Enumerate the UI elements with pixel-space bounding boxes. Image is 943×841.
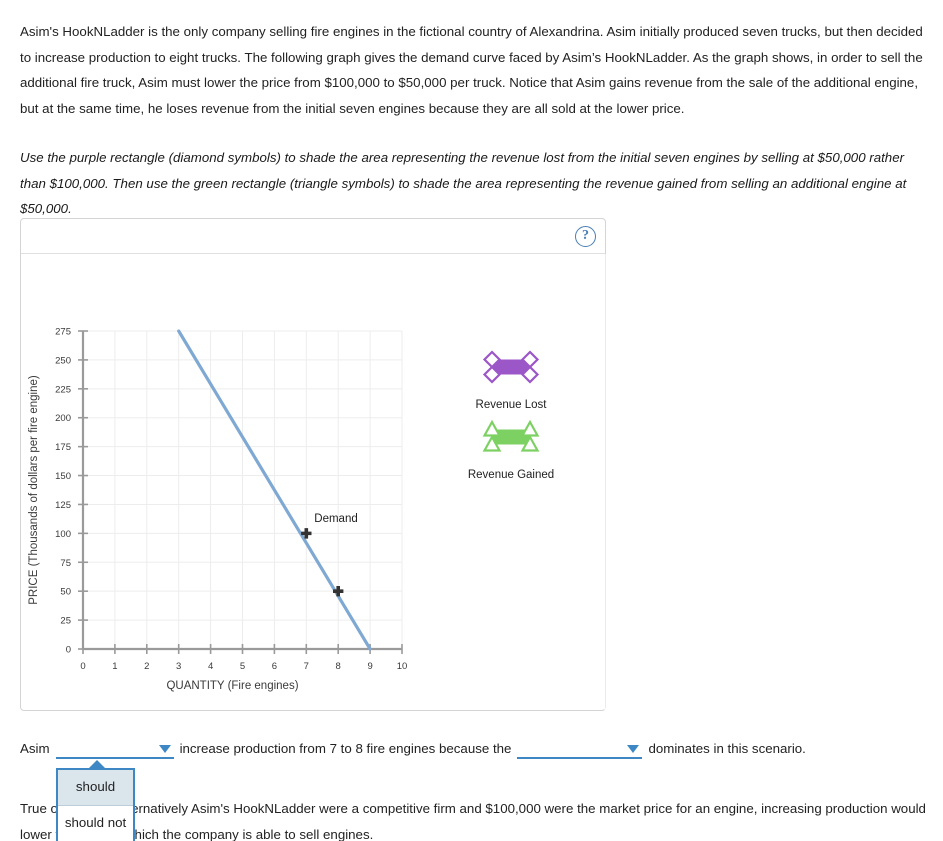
- y-tick-label: 75: [60, 558, 71, 569]
- x-tick-label: 10: [397, 661, 408, 672]
- y-tick-label: 175: [55, 442, 71, 453]
- intro-paragraph: Asim's HookNLadder is the only company s…: [20, 24, 923, 116]
- y-tick-label: 0: [66, 645, 71, 656]
- x-tick-label: 8: [336, 661, 341, 672]
- y-axis-title: PRICE (Thousands of dollars per fire eng…: [28, 375, 40, 605]
- chart-annotation-layer: Demand: [314, 513, 357, 525]
- x-tick-label: 7: [304, 661, 309, 672]
- question-row-2: True or False: If alternatively Asim's H…: [20, 801, 926, 841]
- y-tick-label: 50: [60, 587, 71, 598]
- triangle-handle-icon[interactable]: [482, 419, 502, 437]
- question1-middle: increase production from 7 to 8 fire eng…: [179, 741, 512, 756]
- x-tick-label: 3: [176, 661, 181, 672]
- x-tick-label: 1: [112, 661, 117, 672]
- graph-panel: ? 0 25 50 75 100 125 150 175 200 225 250 275 0 1 2 3 4 5 6…: [20, 218, 606, 711]
- y-tick-label: 250: [55, 355, 71, 366]
- y-tick-label: 25: [60, 616, 71, 627]
- dropdown-option-should-not[interactable]: should not: [58, 806, 133, 841]
- help-question-icon[interactable]: ?: [575, 226, 596, 247]
- triangle-handle-icon[interactable]: [520, 419, 540, 437]
- chevron-down-icon: [158, 744, 171, 753]
- demand-chart: 0 25 50 75 100 125 150 175 200 225 250 275 0 1 2 3 4 5 6 7 8…: [21, 254, 607, 711]
- x-tick-label: 5: [240, 661, 245, 672]
- dropdown-option-should[interactable]: should: [58, 770, 133, 806]
- chart-axes: [78, 330, 403, 654]
- question1-suffix: dominates in this scenario.: [648, 741, 806, 756]
- y-tick-label: 125: [55, 500, 71, 511]
- x-tick-label: 2: [144, 661, 149, 672]
- y-tick-label: 225: [55, 384, 71, 395]
- chevron-down-icon: [627, 744, 640, 753]
- dropdown-menu-open[interactable]: should should not: [56, 760, 135, 841]
- legend-entry[interactable]: Revenue Lost: [476, 350, 548, 411]
- page-root: Asim's HookNLadder is the only company s…: [0, 0, 943, 841]
- y-tick-label: 150: [55, 471, 71, 482]
- x-axis-title: QUANTITY (Fire engines): [166, 680, 298, 692]
- legend-label: Revenue Lost: [476, 399, 548, 411]
- legend-entry[interactable]: Revenue Gained: [468, 419, 554, 481]
- dropdown-pointer-icon: [87, 760, 107, 770]
- y-tick-label: 100: [55, 529, 71, 540]
- y-tick-label: 275: [55, 327, 71, 338]
- chart-legend: Revenue Lost Revenue Gained: [468, 254, 606, 711]
- question1-prefix: Asim: [20, 741, 50, 756]
- dropdown-should-increase[interactable]: [55, 740, 174, 759]
- question-row-1: Asim increase production from 7 to 8 fire…: [20, 736, 930, 761]
- x-tick-label: 0: [80, 661, 85, 672]
- demand-series-label: Demand: [314, 513, 357, 525]
- chart-svg: 0 25 50 75 100 125 150 175 200 225 250 275 0 1 2 3 4 5 6 7 8…: [28, 254, 606, 711]
- instruction-paragraph: Use the purple rectangle (diamond symbol…: [20, 150, 907, 217]
- chart-gridlines: [82, 330, 403, 650]
- x-tick-label: 6: [272, 661, 277, 672]
- y-tick-label: 200: [55, 413, 71, 424]
- x-tick-label: 4: [208, 661, 213, 672]
- legend-label: Revenue Gained: [468, 469, 554, 481]
- x-tick-label: 9: [367, 661, 372, 672]
- dropdown-dominating-effect[interactable]: [517, 740, 643, 759]
- graph-panel-header: ?: [21, 219, 605, 254]
